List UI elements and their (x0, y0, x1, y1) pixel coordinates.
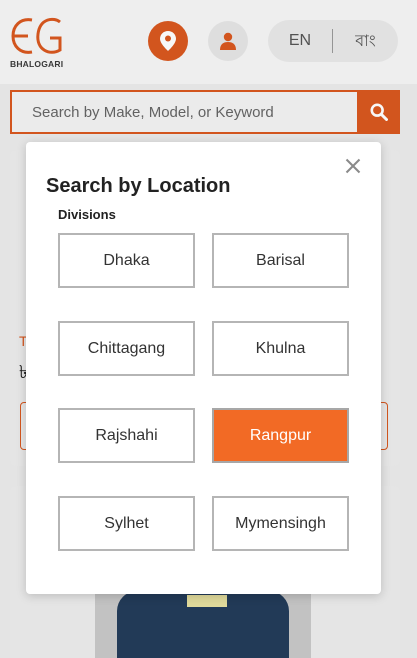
division-option-sylhet[interactable]: Sylhet (58, 496, 195, 551)
close-icon (345, 158, 361, 174)
division-option-dhaka[interactable]: Dhaka (58, 233, 195, 288)
division-option-khulna[interactable]: Khulna (212, 321, 349, 376)
division-option-chittagang[interactable]: Chittagang (58, 321, 195, 376)
division-option-rajshahi[interactable]: Rajshahi (58, 408, 195, 463)
divisions-label: Divisions (58, 207, 116, 222)
location-modal: Search by Location Divisions Dhaka Baris… (26, 142, 381, 594)
division-option-barisal[interactable]: Barisal (212, 233, 349, 288)
division-option-mymensingh[interactable]: Mymensingh (212, 496, 349, 551)
modal-close-button[interactable] (342, 155, 364, 177)
division-option-rangpur[interactable]: Rangpur (212, 408, 349, 463)
modal-title: Search by Location (46, 175, 231, 197)
